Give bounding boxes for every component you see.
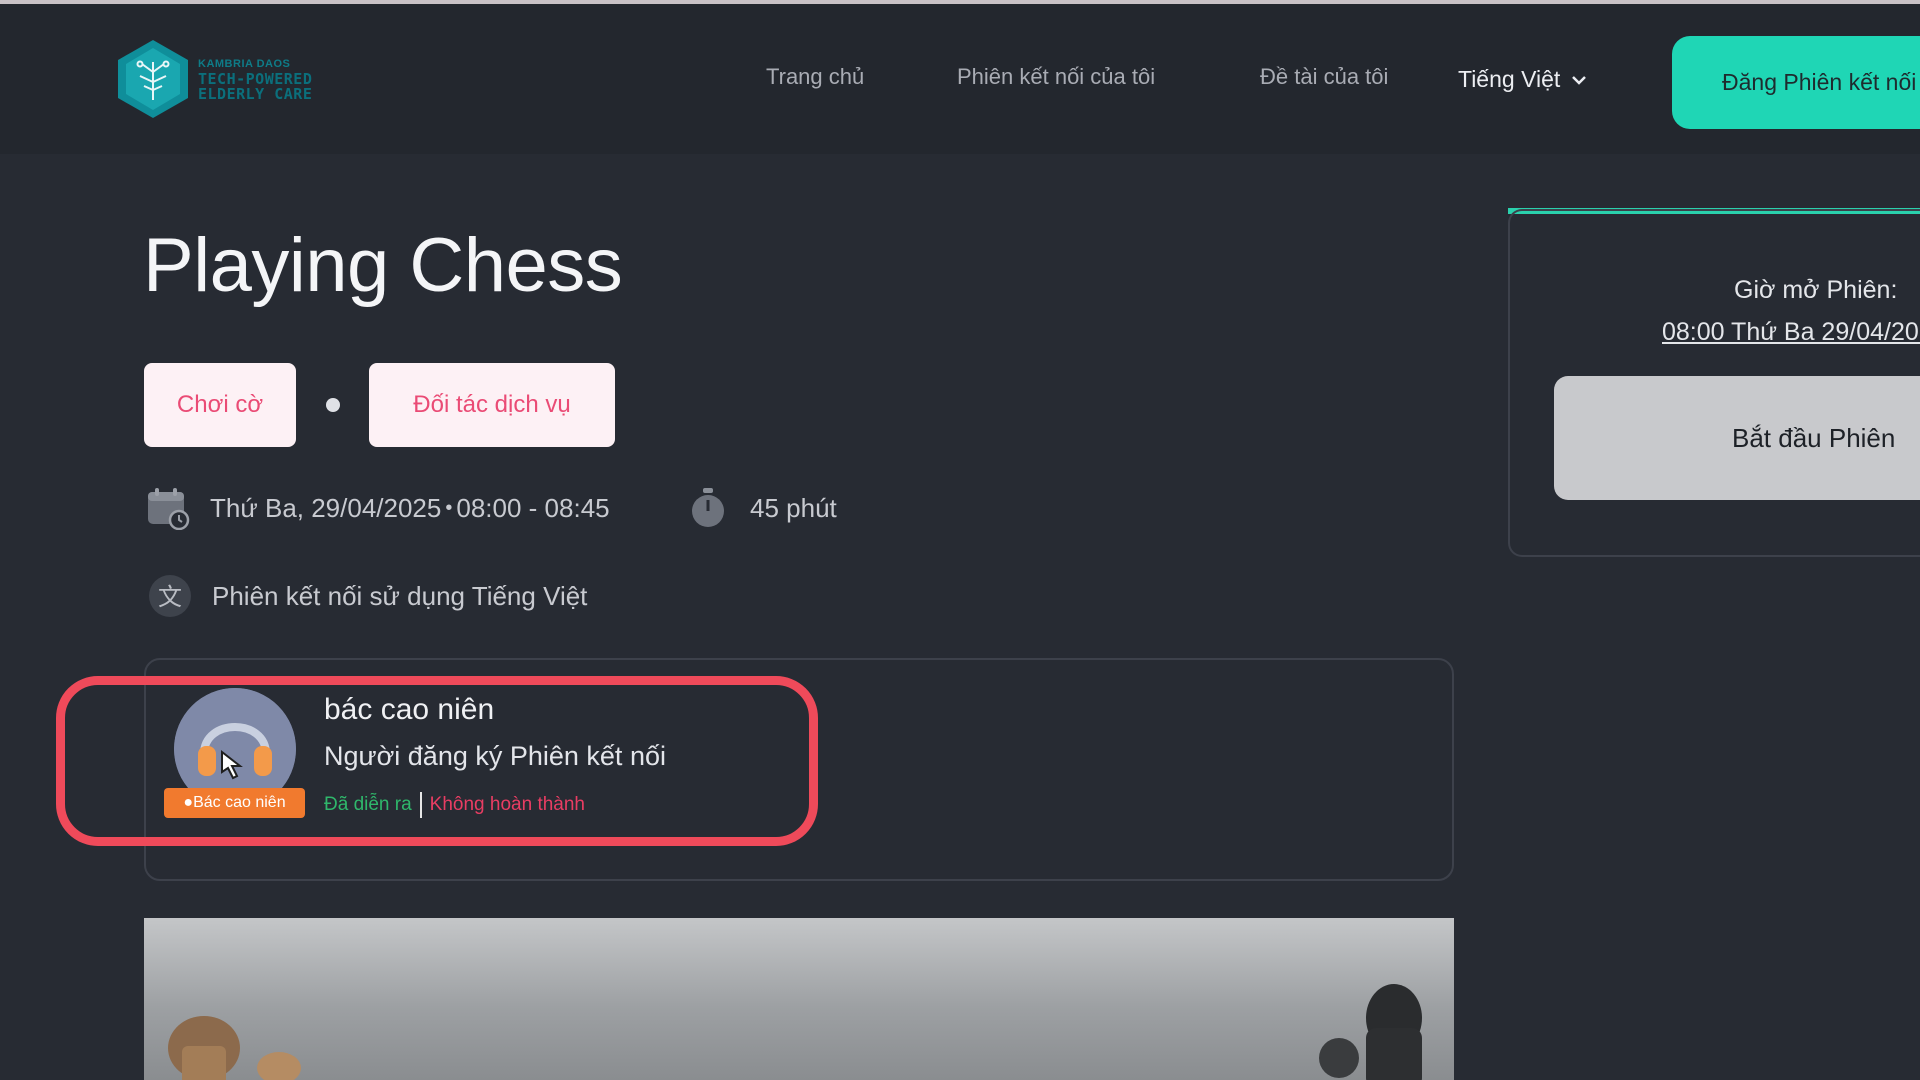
session-time: 08:00 - 08:45 [456,492,610,523]
create-session-button[interactable]: Đăng Phiên kết nối [1672,36,1920,129]
session-language: 文 Phiên kết nối sử dụng Tiếng Việt [148,574,587,618]
datetime-separator: • [445,496,453,519]
tag-partner[interactable]: Đối tác dịch vụ [369,363,615,447]
session-datetime: Thứ Ba, 29/04/2025 • 08:00 - 08:45 [146,486,610,530]
page-title: Playing Chess [143,223,623,308]
calendar-clock-icon [148,488,190,530]
language-selector[interactable]: Tiếng Việt [1458,66,1588,93]
stopwatch-icon [692,488,724,527]
language-label: Tiếng Việt [1458,66,1561,92]
tag-separator [326,398,340,412]
logo-icon [114,38,192,120]
annotation-highlight [56,676,818,846]
session-date: Thứ Ba, 29/04/2025 [210,492,442,523]
translate-icon: 文 [149,575,191,617]
open-time-link[interactable]: 08:00 Thứ Ba 29/04/2025 [1662,318,1920,347]
nav-my-topics[interactable]: Đề tài của tôi [1260,64,1388,90]
start-session-button[interactable]: Bắt đầu Phiên [1554,376,1920,500]
top-navbar: KAMBRIA DAOS TECH-POWERED ELDERLY CARE T… [0,4,1920,154]
tag-category[interactable]: Chơi cờ [144,363,296,447]
session-duration: 45 phút [686,486,837,530]
logo[interactable]: KAMBRIA DAOS TECH-POWERED ELDERLY CARE [114,38,312,120]
logo-line-3: ELDERLY CARE [198,84,313,103]
logo-text: KAMBRIA DAOS TECH-POWERED ELDERLY CARE [198,57,312,102]
nav-home[interactable]: Trang chủ [766,64,864,90]
duration-value: 45 phút [750,492,837,523]
open-time-label: Giờ mở Phiên: [1734,276,1898,304]
svg-text:文: 文 [158,583,182,611]
chevron-down-icon [1572,75,1587,85]
session-cover-image [144,918,1454,1080]
language-note: Phiên kết nối sử dụng Tiếng Việt [212,580,588,611]
nav-my-sessions[interactable]: Phiên kết nối của tôi [957,64,1155,90]
